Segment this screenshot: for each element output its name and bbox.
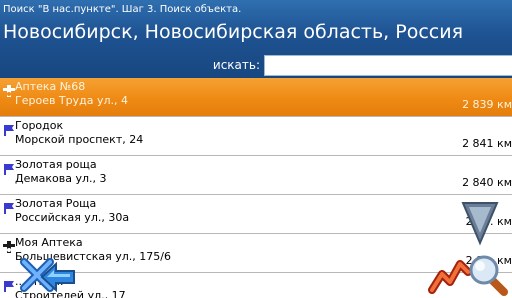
- item-distance: 2 839 км: [462, 98, 512, 111]
- location-title: Новосибирск, Новосибирская область, Росс…: [3, 21, 464, 43]
- item-name: Городок: [15, 119, 64, 132]
- flag-icon: [3, 160, 15, 175]
- scroll-down-button[interactable]: [461, 200, 499, 246]
- list-item[interactable]: Аптека №68 Героев Труда ул., 4 2 839 км: [0, 78, 512, 117]
- search-input[interactable]: [264, 55, 512, 76]
- item-address: Морской проспект, 24: [15, 133, 144, 146]
- arrow-down-icon: [461, 202, 499, 246]
- item-name: Моя Аптека: [15, 236, 83, 249]
- search-map-button[interactable]: [466, 254, 508, 296]
- header: Поиск "В нас.пункте". Шаг 3. Поиск объек…: [0, 0, 512, 78]
- step-title: Поиск "В нас.пункте". Шаг 3. Поиск объек…: [3, 4, 242, 15]
- item-distance: 2 841 км: [462, 137, 512, 150]
- item-name: Золотая роща: [15, 158, 97, 171]
- flag-icon: [3, 121, 15, 136]
- flag-icon: [3, 277, 15, 292]
- pharmacy-icon: [3, 238, 15, 253]
- search-label: искать:: [212, 58, 260, 72]
- back-button[interactable]: [40, 261, 76, 293]
- arrow-left-icon: [40, 261, 75, 293]
- item-address: Героев Труда ул., 4: [15, 94, 129, 107]
- list-item[interactable]: Золотая РощаРоссийская ул., 30а2 8... км: [0, 195, 512, 234]
- item-name: Золотая Роща: [15, 197, 97, 210]
- item-address: Российская ул., 30а: [15, 211, 130, 224]
- item-name: Аптека №68: [15, 80, 86, 93]
- magnifier-icon: [469, 255, 508, 296]
- list-item[interactable]: Золотая роща Демакова ул., 3 2 840 км: [0, 156, 512, 195]
- item-address: Демакова ул., 3: [15, 172, 107, 185]
- list-item[interactable]: Городок Морской проспект, 24 2 841 км: [0, 117, 512, 156]
- flag-icon: [3, 199, 15, 214]
- item-distance: 2 840 км: [462, 176, 512, 189]
- pharmacy-icon: [3, 82, 15, 97]
- app-window: Поиск "В нас.пункте". Шаг 3. Поиск объек…: [0, 0, 512, 298]
